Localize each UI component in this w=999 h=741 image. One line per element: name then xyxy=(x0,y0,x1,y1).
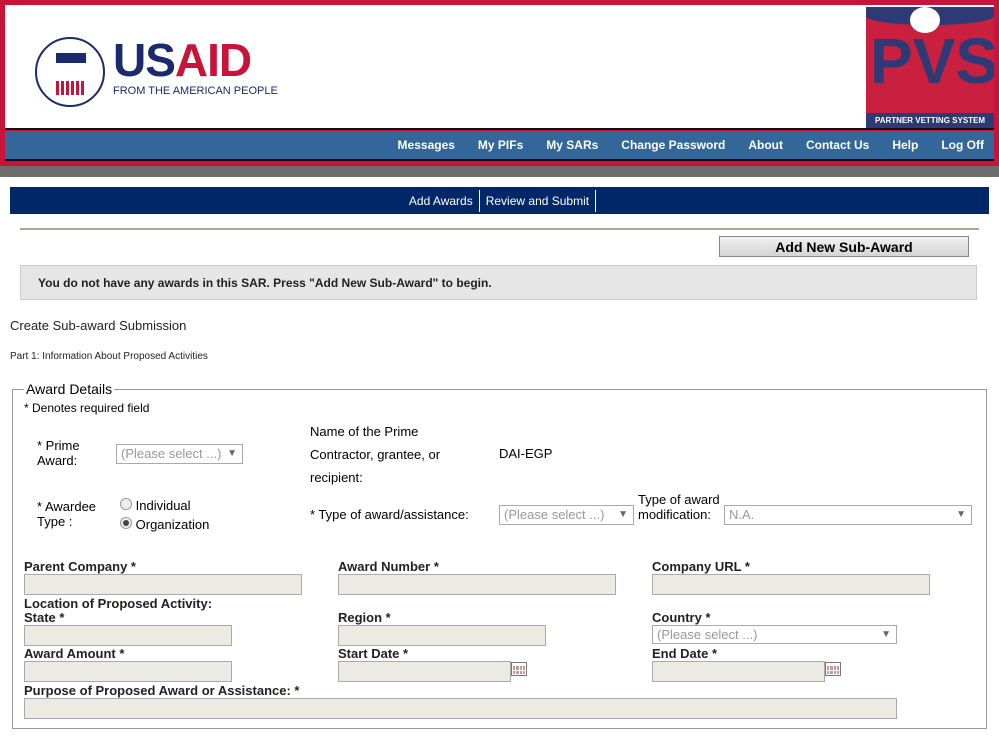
required-note: * Denotes required field xyxy=(24,401,150,415)
location-heading: Location of Proposed Activity: xyxy=(24,596,213,611)
state-label: State * xyxy=(24,610,65,625)
award-type-select[interactable]: (Please select ...) ▼ xyxy=(499,505,634,525)
info-message: You do not have any awards in this SAR. … xyxy=(20,265,977,300)
divider xyxy=(20,228,979,230)
nav-my-sars[interactable]: My SARs xyxy=(546,138,598,152)
radio-button[interactable] xyxy=(120,498,132,510)
purpose-label: Purpose of Proposed Award or Assistance:… xyxy=(24,683,300,698)
divider xyxy=(0,166,999,177)
calendar-icon[interactable] xyxy=(511,662,527,676)
pvs-logo: PVS PARTNER VETTING SYSTEM xyxy=(866,7,994,128)
end-date-label: End Date * xyxy=(652,646,718,661)
prime-award-label: * Prime Award: xyxy=(37,438,80,468)
radio-individual[interactable]: Individual xyxy=(120,498,191,513)
award-number-input[interactable] xyxy=(338,574,616,595)
chevron-down-icon: ▼ xyxy=(956,509,966,520)
calendar-icon[interactable] xyxy=(825,662,841,676)
start-date-label: Start Date * xyxy=(338,646,409,661)
modification-label: Type of award modification: xyxy=(638,492,720,522)
nav-contact-us[interactable]: Contact Us xyxy=(806,138,869,152)
nav-change-password[interactable]: Change Password xyxy=(621,138,725,152)
nav-help[interactable]: Help xyxy=(892,138,918,152)
prime-name-value: DAI-EGP xyxy=(499,446,553,461)
chevron-down-icon: ▼ xyxy=(227,448,237,459)
usaid-logo: USAID FROM THE AMERICAN PEOPLE xyxy=(35,35,305,110)
company-url-input[interactable] xyxy=(652,574,930,595)
fieldset-legend: Award Details xyxy=(24,381,115,397)
main-nav: Messages My PIFs My SARs Change Password… xyxy=(5,131,994,161)
chevron-down-icon: ▼ xyxy=(881,629,891,640)
start-date-input[interactable] xyxy=(338,661,511,682)
add-new-sub-award-button[interactable]: Add New Sub-Award xyxy=(719,236,969,257)
award-amount-input[interactable] xyxy=(24,661,232,682)
nav-about[interactable]: About xyxy=(748,138,783,152)
sub-nav: Add Awards Review and Submit xyxy=(10,187,989,214)
chevron-down-icon: ▼ xyxy=(618,509,628,520)
prime-name-label: Name of the Prime Contractor, grantee, o… xyxy=(310,424,441,485)
page-title: Create Sub-award Submission xyxy=(10,318,187,333)
nav-my-pifs[interactable]: My PIFs xyxy=(478,138,523,152)
state-input[interactable] xyxy=(24,625,232,646)
header: USAID FROM THE AMERICAN PEOPLE PVS PARTN… xyxy=(5,5,994,130)
parent-company-input[interactable] xyxy=(24,574,302,595)
purpose-input[interactable] xyxy=(24,698,897,719)
prime-award-select[interactable]: (Please select ...) ▼ xyxy=(116,444,243,464)
company-url-label: Company URL * xyxy=(652,559,750,574)
award-type-label: * Type of award/assistance: xyxy=(310,507,469,522)
end-date-input[interactable] xyxy=(652,661,825,682)
country-label: Country * xyxy=(652,610,711,625)
country-select[interactable]: (Please select ...) ▼ xyxy=(652,625,897,644)
nav-log-off[interactable]: Log Off xyxy=(941,138,984,152)
modification-select[interactable]: N.A. ▼ xyxy=(724,505,972,525)
region-label: Region * xyxy=(338,610,391,625)
nav-messages[interactable]: Messages xyxy=(398,138,455,152)
part-heading: Part 1: Information About Proposed Activ… xyxy=(10,351,208,362)
award-number-label: Award Number * xyxy=(338,559,439,574)
tab-review-and-submit[interactable]: Review and Submit xyxy=(480,189,597,212)
radio-button[interactable] xyxy=(120,517,132,529)
award-amount-label: Award Amount * xyxy=(24,646,125,661)
awardee-type-label: * Awardee Type : xyxy=(37,499,97,529)
tab-add-awards[interactable]: Add Awards xyxy=(403,189,480,212)
radio-organization[interactable]: Organization xyxy=(120,517,209,532)
parent-company-label: Parent Company * xyxy=(24,559,136,574)
region-input[interactable] xyxy=(338,625,546,646)
